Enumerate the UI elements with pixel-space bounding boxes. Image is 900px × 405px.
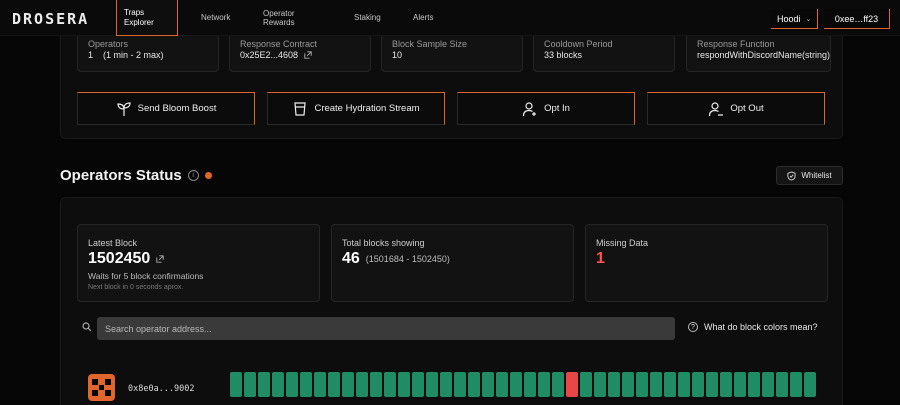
block-ok[interactable]	[286, 372, 298, 397]
opt-in-button[interactable]: Opt In	[457, 92, 635, 125]
block-ok[interactable]	[398, 372, 410, 397]
tab-operator-rewards[interactable]: Operator Rewards	[263, 0, 295, 36]
operator-avatar	[88, 374, 115, 401]
user-minus-icon	[709, 101, 724, 116]
block-ok[interactable]	[678, 372, 690, 397]
info-icon[interactable]: i	[187, 170, 199, 181]
block-ok[interactable]	[342, 372, 354, 397]
shield-icon	[787, 170, 796, 181]
search-operator-input[interactable]	[97, 317, 675, 340]
user-plus-icon	[522, 101, 537, 116]
response-contract-card: Response Contract 0x25E2...4608	[229, 34, 371, 72]
question-icon: ?	[688, 322, 698, 332]
block-ok[interactable]	[384, 372, 396, 397]
block-ok[interactable]	[356, 372, 368, 397]
block-ok[interactable]	[622, 372, 634, 397]
block-ok[interactable]	[734, 372, 746, 397]
block-ok[interactable]	[426, 372, 438, 397]
block-ok[interactable]	[650, 372, 662, 397]
response-function-card: Response Function respondWithDiscordName…	[686, 34, 831, 72]
trap-details-panel: Operators 1 (1 min - 2 max) Response Con…	[60, 24, 843, 139]
search-icon	[82, 322, 92, 332]
wallet-button[interactable]: 0xee…ff23	[824, 9, 890, 29]
block-ok[interactable]	[538, 372, 550, 397]
chevron-down-icon: ⌄	[805, 15, 812, 23]
block-ok[interactable]	[510, 372, 522, 397]
sprout-icon	[117, 101, 131, 116]
block-ok[interactable]	[272, 372, 284, 397]
block-ok[interactable]	[328, 372, 340, 397]
tab-alerts[interactable]: Alerts	[413, 0, 433, 36]
block-ok[interactable]	[692, 372, 704, 397]
missing-data-card: Missing Data 1	[585, 224, 828, 302]
operators-status-title: Operators Status i	[60, 167, 212, 184]
block-ok[interactable]	[580, 372, 592, 397]
network-select[interactable]: Hoodi ⌄	[771, 9, 818, 29]
block-ok[interactable]	[468, 372, 480, 397]
block-ok[interactable]	[776, 372, 788, 397]
block-ok[interactable]	[594, 372, 606, 397]
block-ok[interactable]	[524, 372, 536, 397]
tab-traps-explorer[interactable]: Traps Explorer	[116, 0, 178, 36]
top-nav: DROSERA Traps Explorer Network Operator Re…	[0, 0, 900, 36]
live-dot-icon	[204, 172, 212, 179]
block-ok[interactable]	[300, 372, 312, 397]
total-blocks-card: Total blocks showing 46 (1501684 - 15024…	[331, 224, 574, 302]
block-ok[interactable]	[762, 372, 774, 397]
block-ok[interactable]	[636, 372, 648, 397]
block-ok[interactable]	[244, 372, 256, 397]
create-hydration-stream-button[interactable]: Create Hydration Stream	[267, 92, 445, 125]
cooldown-period-card: Cooldown Period 33 blocks	[533, 34, 675, 72]
external-link-icon[interactable]	[304, 51, 312, 59]
block-ok[interactable]	[482, 372, 494, 397]
block-ok[interactable]	[552, 372, 564, 397]
operator-block-history	[230, 372, 816, 397]
block-ok[interactable]	[664, 372, 676, 397]
tab-staking[interactable]: Staking	[354, 0, 381, 36]
drosera-logo[interactable]: DROSERA	[12, 10, 89, 28]
block-ok[interactable]	[314, 372, 326, 397]
block-ok[interactable]	[258, 372, 270, 397]
operator-address[interactable]: 0x8e0a...9002	[128, 384, 195, 394]
whitelist-button[interactable]: Whitelist	[776, 166, 843, 185]
block-ok[interactable]	[790, 372, 802, 397]
block-ok[interactable]	[608, 372, 620, 397]
operators-card: Operators 1 (1 min - 2 max)	[77, 34, 219, 72]
tab-network[interactable]: Network	[201, 0, 230, 36]
external-link-icon[interactable]	[156, 255, 164, 263]
block-ok[interactable]	[496, 372, 508, 397]
block-missing[interactable]	[566, 372, 578, 397]
block-ok[interactable]	[706, 372, 718, 397]
latest-block-card: Latest Block 1502450 Waits for 5 block c…	[77, 224, 320, 302]
block-ok[interactable]	[440, 372, 452, 397]
block-colors-help[interactable]: ? What do block colors mean?	[688, 322, 818, 332]
send-bloom-boost-button[interactable]: Send Bloom Boost	[77, 92, 255, 125]
block-ok[interactable]	[412, 372, 424, 397]
block-ok[interactable]	[454, 372, 466, 397]
block-ok[interactable]	[720, 372, 732, 397]
block-ok[interactable]	[804, 372, 816, 397]
block-sample-size-card: Block Sample Size 10	[381, 34, 523, 72]
block-ok[interactable]	[370, 372, 382, 397]
block-ok[interactable]	[748, 372, 760, 397]
block-ok[interactable]	[230, 372, 242, 397]
cup-icon	[294, 101, 307, 116]
opt-out-button[interactable]: Opt Out	[647, 92, 825, 125]
